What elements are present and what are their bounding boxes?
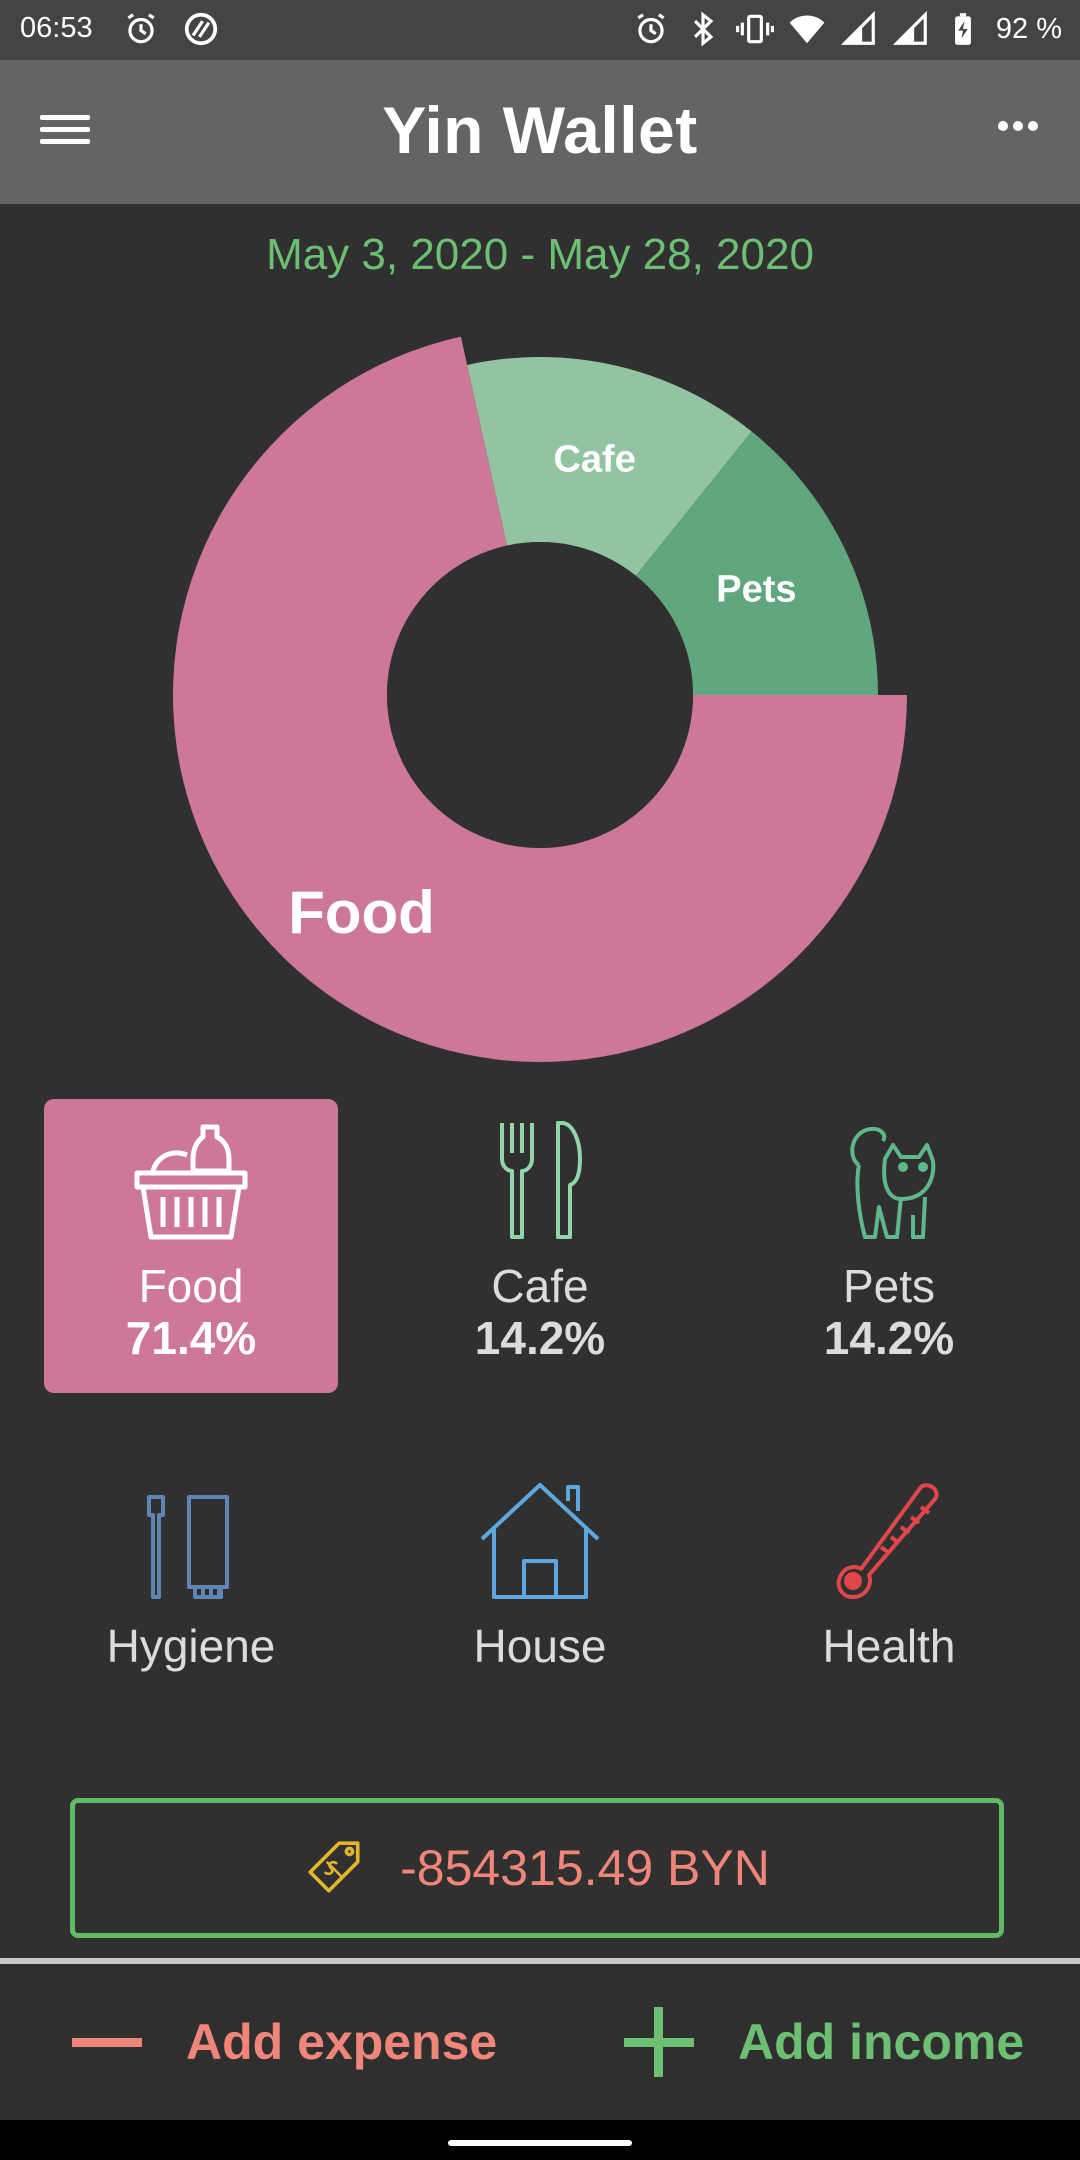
food-basket-icon — [134, 1124, 248, 1240]
category-food[interactable]: Food 71.4% — [44, 1099, 338, 1393]
category-name: House — [473, 1620, 607, 1672]
minus-icon — [72, 2038, 142, 2047]
pie-label-cafe: Cafe — [553, 438, 635, 480]
donut-hole — [387, 542, 693, 848]
alarm-icon — [127, 13, 155, 44]
plus-icon — [624, 2007, 694, 2077]
category-name: Cafe — [491, 1260, 589, 1312]
category-name: Pets — [842, 1260, 936, 1312]
category-pets[interactable]: Pets 14.2% — [742, 1099, 1036, 1393]
alarm-icon — [637, 13, 665, 44]
price-tag-icon — [308, 1841, 360, 1893]
category-name: Food — [138, 1260, 244, 1312]
category-percent: 14.2% — [823, 1312, 955, 1364]
status-bar: 06:53 92 % — [0, 0, 1080, 60]
category-name: Health — [822, 1620, 956, 1672]
app-bar: Yin Wallet — [0, 60, 1080, 204]
battery-percent: 92 % — [995, 12, 1062, 45]
expense-donut-chart[interactable]: Food Cafe Pets — [0, 300, 1080, 1080]
category-name: Hygiene — [106, 1620, 276, 1672]
pie-label-food: Food — [288, 879, 435, 946]
thermometer-icon — [836, 1483, 939, 1599]
category-house[interactable]: House — [393, 1459, 687, 1753]
category-hygiene[interactable]: Hygiene — [44, 1459, 338, 1753]
date-range[interactable]: May 3, 2020 - May 28, 2020 — [0, 230, 1080, 280]
category-cafe[interactable]: Cafe 14.2% — [393, 1099, 687, 1393]
add-expense-label: Add expense — [186, 2014, 498, 2070]
do-not-disturb-icon — [184, 12, 218, 46]
status-time: 06:53 — [20, 12, 93, 44]
fork-knife-icon — [500, 1121, 582, 1239]
system-nav-bar — [0, 2120, 1080, 2160]
signal-icon — [840, 10, 875, 45]
cat-icon — [850, 1126, 936, 1239]
category-percent: 14.2% — [474, 1312, 606, 1364]
house-icon — [480, 1483, 600, 1599]
balance-value: -854315.49 BYN — [400, 1840, 770, 1896]
wifi-icon — [789, 15, 825, 44]
vibrate-icon — [735, 14, 774, 44]
add-income-label: Add income — [738, 2014, 1025, 2070]
add-income-button[interactable]: Add income — [622, 1964, 1024, 2120]
category-percent: 71.4% — [125, 1312, 257, 1364]
bottom-action-bar: Add expense Add income — [0, 1964, 1080, 2120]
balance-button[interactable]: -854315.49 BYN — [70, 1798, 1004, 1938]
home-gesture-handle[interactable] — [448, 2140, 632, 2146]
signal-icon — [892, 10, 927, 45]
add-expense-button[interactable]: Add expense — [70, 1964, 497, 2120]
toothbrush-toothpaste-icon — [147, 1495, 229, 1599]
category-health[interactable]: Health — [742, 1459, 1036, 1753]
more-dots-icon[interactable] — [998, 118, 1046, 148]
pie-label-pets: Pets — [716, 568, 796, 610]
battery-charging-icon — [954, 13, 971, 45]
bluetooth-icon — [693, 11, 714, 47]
app-title: Yin Wallet — [382, 93, 698, 167]
